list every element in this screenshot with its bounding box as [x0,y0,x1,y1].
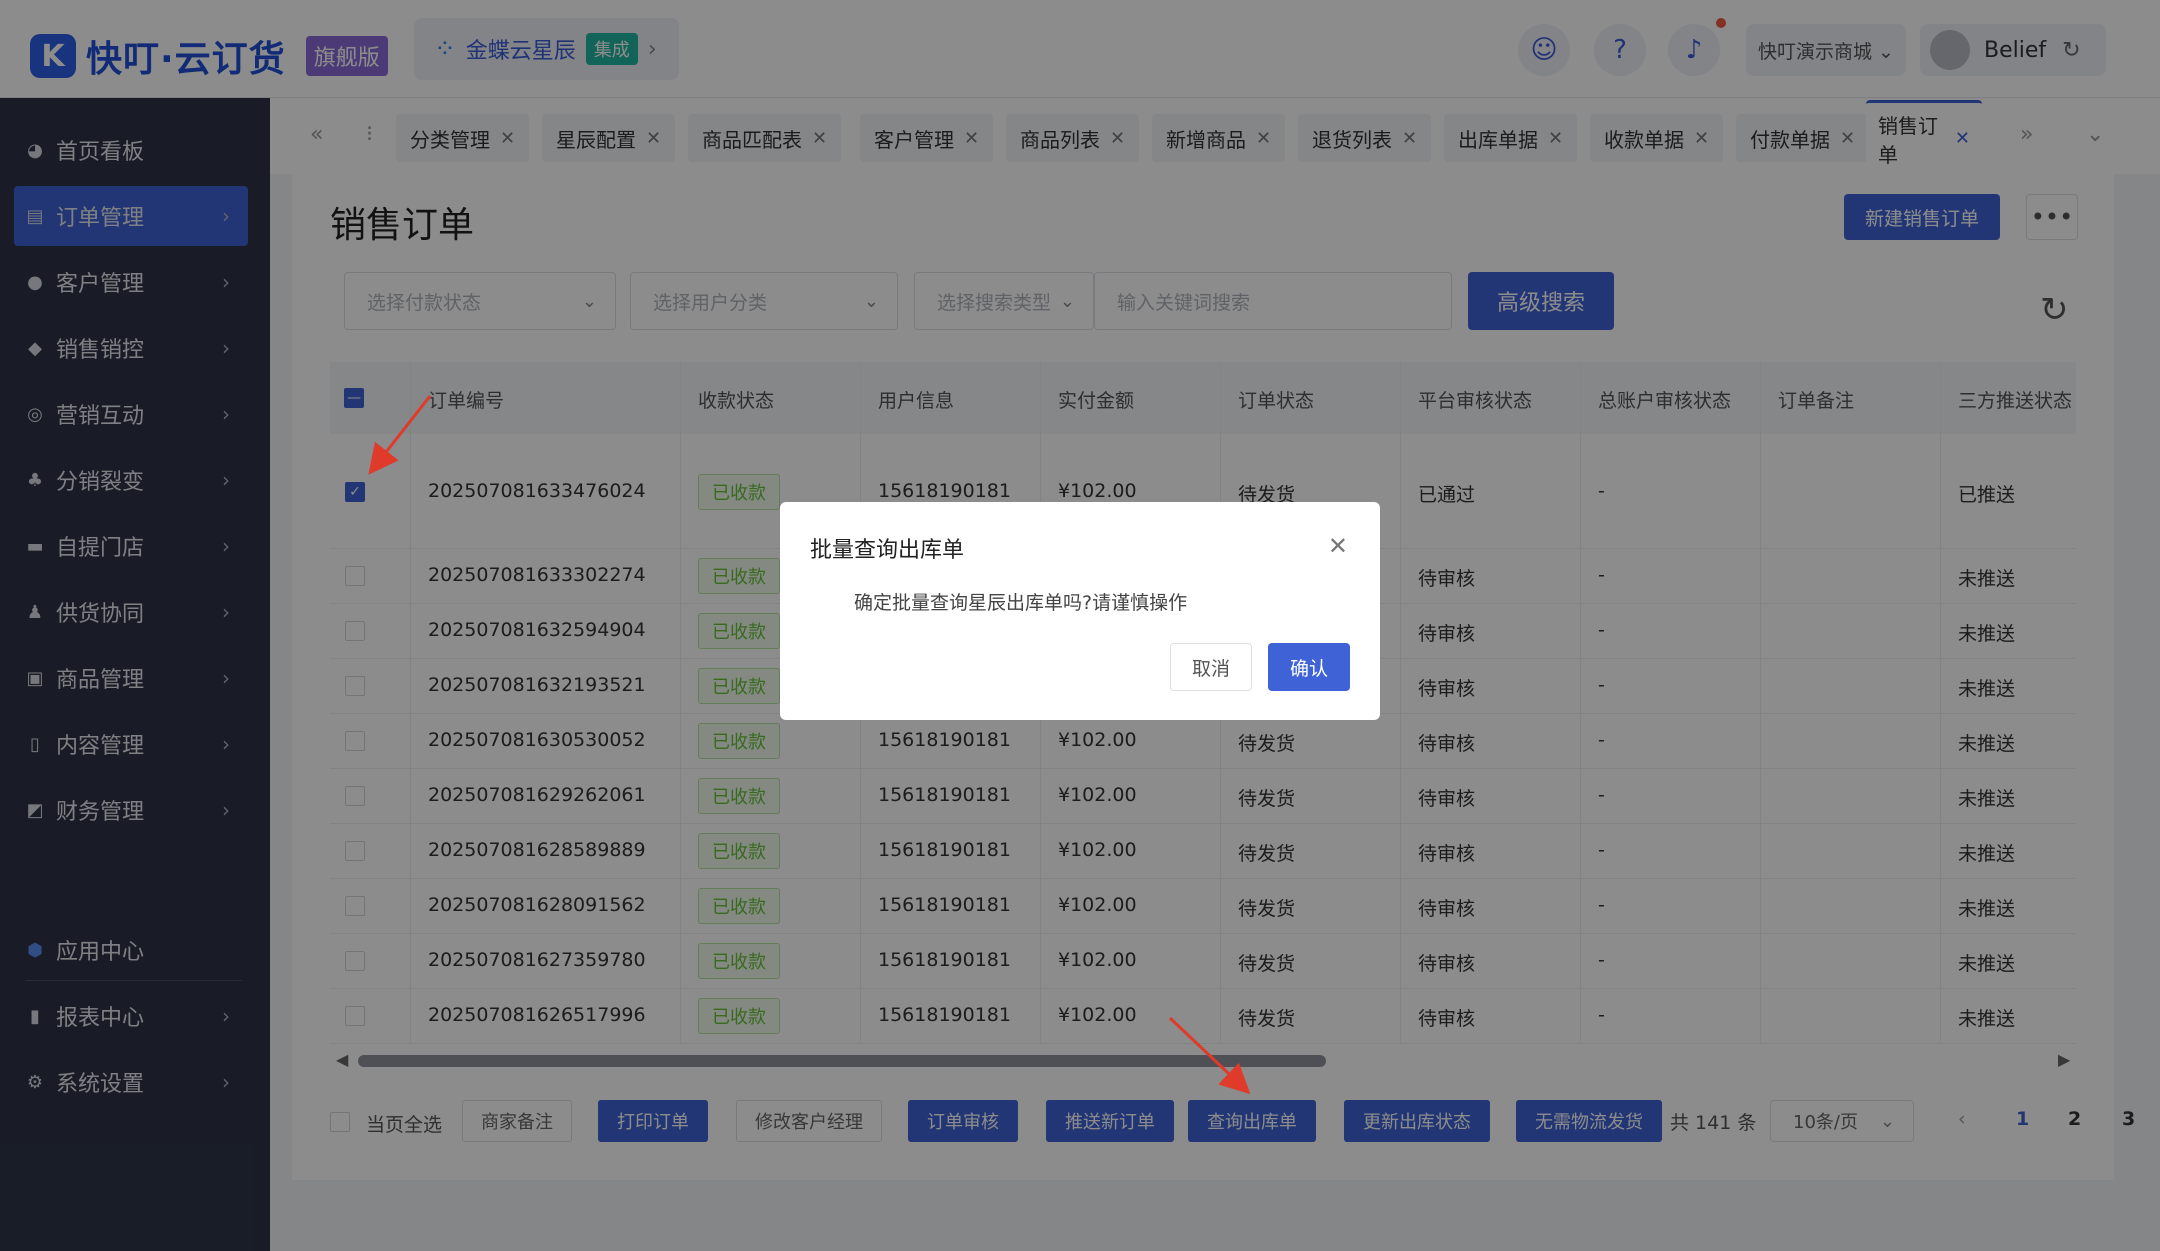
cancel-button[interactable]: 取消 [1170,643,1252,691]
close-icon[interactable]: ✕ [1328,532,1348,560]
dialog-title: 批量查询出库单 [810,538,965,563]
dialog-message: 确定批量查询星辰出库单吗?请谨慎操作 [854,592,1188,614]
confirm-button[interactable]: 确认 [1268,643,1350,691]
batch-query-dialog: 批量查询出库单 ✕ 确定批量查询星辰出库单吗?请谨慎操作 取消 确认 [780,502,1380,720]
